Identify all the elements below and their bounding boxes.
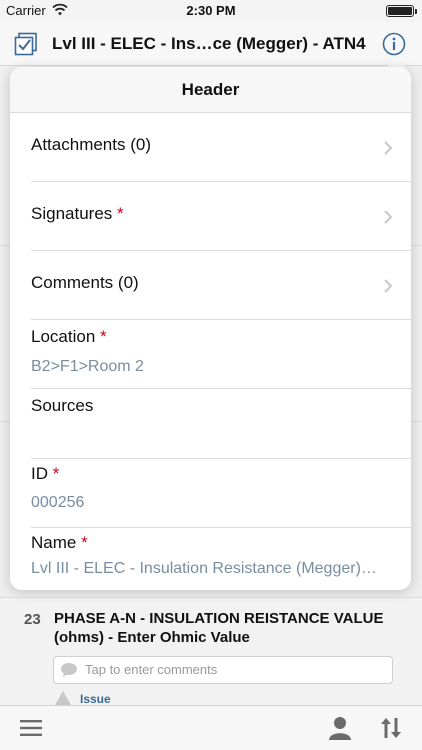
header-popover: Header Attachments (0) Signatures * Comm… (10, 67, 411, 590)
checklist-icon[interactable] (14, 32, 38, 56)
sources-row[interactable]: Sources (10, 389, 411, 459)
name-value: Lvl III - ELEC - Insulation Resistance (… (31, 560, 377, 577)
speech-bubble-icon (61, 663, 77, 677)
id-value: 000256 (31, 494, 85, 511)
bottom-toolbar (0, 705, 422, 750)
signatures-label: Signatures (31, 204, 113, 223)
required-marker: * (117, 204, 124, 223)
page-title: Lvl III - ELEC - Ins…ce (Megger) - ATN4 (52, 34, 366, 53)
id-label: ID (31, 464, 48, 483)
id-row[interactable]: ID * 000256 (10, 459, 411, 528)
name-row[interactable]: Name * Lvl III - ELEC - Insulation Resis… (10, 528, 411, 590)
comments-label: Comments (0) (31, 273, 139, 292)
popover-header: Header (10, 67, 411, 113)
navigation-bar: Lvl III - ELEC - Ins…ce (Megger) - ATN4 (0, 22, 422, 66)
status-bar: Carrier 2:30 PM (0, 0, 422, 22)
issue-link[interactable]: Issue (54, 690, 254, 706)
battery-icon (386, 5, 417, 17)
status-time: 2:30 PM (186, 3, 236, 18)
issue-label: Issue (80, 692, 111, 706)
sort-icon[interactable] (380, 717, 402, 739)
required-marker: * (52, 464, 60, 483)
item-number: 23 (24, 611, 41, 628)
name-label: Name (31, 533, 77, 552)
location-row[interactable]: Location * B2>F1>Room 2 (10, 320, 411, 389)
sources-label: Sources (31, 396, 94, 415)
attachments-label: Attachments (0) (31, 135, 151, 154)
chevron-right-icon (384, 279, 393, 293)
warning-icon (55, 691, 71, 705)
item-title: PHASE A-N - INSULATION REISTANCE VALUE (… (54, 610, 384, 646)
popover-title: Header (181, 80, 240, 99)
location-label: Location (31, 327, 96, 346)
comment-placeholder: Tap to enter comments (85, 662, 218, 677)
chevron-right-icon (384, 210, 393, 224)
comments-row[interactable]: Comments (0) (10, 251, 411, 320)
required-marker: * (100, 327, 107, 346)
user-icon[interactable] (329, 716, 351, 740)
info-icon[interactable] (382, 32, 406, 56)
location-value: B2>F1>Room 2 (31, 358, 144, 375)
signatures-row[interactable]: Signatures * (10, 182, 411, 251)
required-marker: * (81, 533, 88, 552)
menu-icon[interactable] (20, 719, 42, 737)
attachments-row[interactable]: Attachments (0) (10, 113, 411, 182)
comment-input[interactable]: Tap to enter comments (53, 656, 393, 684)
chevron-right-icon (384, 141, 393, 155)
